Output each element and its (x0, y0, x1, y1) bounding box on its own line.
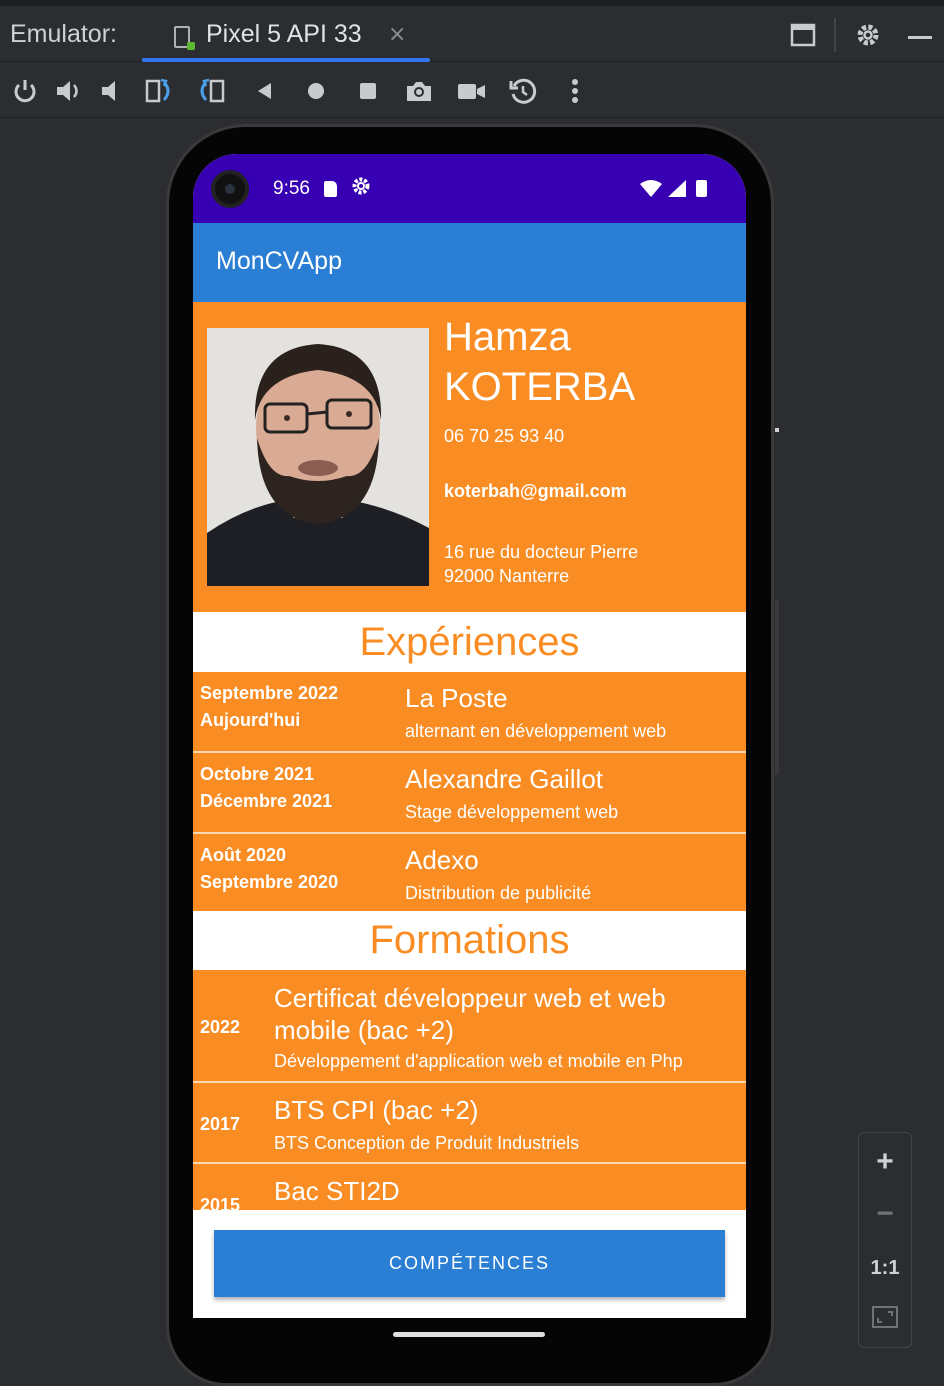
experience-end: Aujourd'hui (200, 710, 301, 730)
app-title: MonCVApp (216, 247, 342, 275)
experience-dates: Octobre 2021 Décembre 2021 (200, 761, 332, 815)
gear-icon[interactable] (855, 22, 881, 52)
competences-button[interactable]: COMPÉTENCES (214, 1230, 725, 1297)
tab-pixel-5-api-33[interactable]: Pixel 5 API 33 × (142, 12, 430, 62)
experience-start: Septembre 2022 (200, 683, 339, 703)
snapshot-icon[interactable] (508, 76, 538, 106)
experience-start: Août 2020 (200, 845, 287, 865)
last-name: KOTERBA (444, 365, 636, 409)
screen-record-icon[interactable] (456, 76, 486, 106)
experience-role: Distribution de publicité (405, 883, 592, 903)
email-link[interactable]: koterbah@gmail.com (444, 481, 627, 502)
experience-row: Septembre 2022 Aujourd'hui La Poste alte… (193, 672, 746, 753)
status-bar: 9:56 (193, 154, 746, 223)
formation-year: 2022 (200, 1017, 241, 1037)
experience-role: alternant en développement web (405, 721, 667, 741)
address-line-2: 92000 Nanterre (444, 566, 570, 586)
experience-company: Adexo (405, 845, 479, 875)
experiences-heading: Expériences (359, 620, 580, 664)
profile-photo (207, 328, 429, 586)
formation-title: Bac STI2D (274, 1176, 400, 1206)
formation-description: Développement d'application web et mobil… (274, 1051, 683, 1071)
experience-dates: Août 2020 Septembre 2020 (200, 842, 338, 896)
fit-screen-icon[interactable] (859, 1305, 911, 1334)
experience-role: Stage développement web (405, 802, 619, 822)
app-bar: MonCVApp (193, 223, 746, 302)
profile-card: Hamza KOTERBA 06 70 25 93 40 koterbah@gm… (193, 302, 746, 612)
home-gesture-pill[interactable] (393, 1332, 545, 1337)
profile-name: Hamza KOTERBA (444, 312, 635, 412)
more-icon[interactable] (560, 76, 590, 106)
home-icon[interactable] (301, 76, 331, 106)
formation-title: Certificat développeur web et web mobile… (274, 983, 666, 1045)
device-screen: 9:56 MonCVApp Hamza KOTERBA 06 70 25 93 … (193, 154, 746, 1318)
emulator-title-bar: Emulator: Pixel 5 API 33 × (0, 0, 944, 62)
experience-company: Alexandre Gaillot (405, 764, 603, 794)
back-icon[interactable] (250, 76, 280, 106)
actual-size-button[interactable]: 1:1 (859, 1257, 911, 1280)
emulator-label: Emulator: (10, 20, 117, 48)
status-time: 9:56 (273, 178, 310, 199)
postal-address: 16 rue du docteur Pierre 92000 Nanterre (444, 540, 638, 588)
camera-cutout (211, 170, 249, 208)
close-icon[interactable]: × (388, 22, 406, 47)
volume-down-icon[interactable] (98, 76, 128, 106)
experience-end: Septembre 2020 (200, 872, 339, 892)
minimize-icon[interactable] (908, 36, 932, 39)
overview-icon[interactable] (353, 76, 383, 106)
experience-company: La Poste (405, 683, 508, 713)
window-icon[interactable] (790, 22, 816, 52)
zoom-out-button[interactable]: − (859, 1197, 911, 1231)
power-icon[interactable] (10, 76, 40, 106)
sd-card-icon (324, 181, 337, 197)
formation-title: BTS CPI (bac +2) (274, 1095, 479, 1125)
volume-up-icon[interactable] (54, 76, 84, 106)
tab-label: Pixel 5 API 33 (206, 20, 362, 48)
volume-rocker (775, 600, 779, 775)
formation-year: 2017 (200, 1114, 241, 1134)
formation-row: 2022 Certificat développeur web et web m… (193, 970, 746, 1083)
divider (834, 18, 836, 52)
formations-heading: Formations (369, 918, 570, 962)
zoom-controls: + − 1:1 (858, 1132, 912, 1348)
wifi-icon (640, 180, 662, 201)
zoom-in-button[interactable]: + (859, 1145, 911, 1179)
bottom-action-area: COMPÉTENCES (193, 1210, 746, 1318)
formation-description: BTS Conception de Produit Industriels (274, 1133, 580, 1153)
side-button-indicator (775, 428, 779, 432)
experience-row: Octobre 2021 Décembre 2021 Alexandre Gai… (193, 753, 746, 834)
experience-row: Août 2020 Septembre 2020 Adexo Distribut… (193, 834, 746, 911)
cell-signal-icon (668, 180, 686, 201)
battery-icon (696, 180, 707, 197)
navigation-bar (193, 1318, 746, 1358)
formation-row: 2017 BTS CPI (bac +2) BTS Conception de … (193, 1083, 746, 1164)
rotate-left-icon[interactable] (144, 76, 174, 106)
settings-notification-icon (351, 176, 371, 201)
emulator-toolbar (0, 62, 944, 118)
experience-dates: Septembre 2022 Aujourd'hui (200, 680, 338, 734)
rotate-right-icon[interactable] (196, 76, 226, 106)
address-line-1: 16 rue du docteur Pierre (444, 542, 639, 562)
experience-end: Décembre 2021 (200, 791, 333, 811)
screenshot-icon[interactable] (404, 76, 434, 106)
device-running-indicator (187, 42, 195, 50)
phone-number[interactable]: 06 70 25 93 40 (444, 426, 564, 447)
experience-start: Octobre 2021 (200, 764, 315, 784)
first-name: Hamza (444, 315, 571, 359)
